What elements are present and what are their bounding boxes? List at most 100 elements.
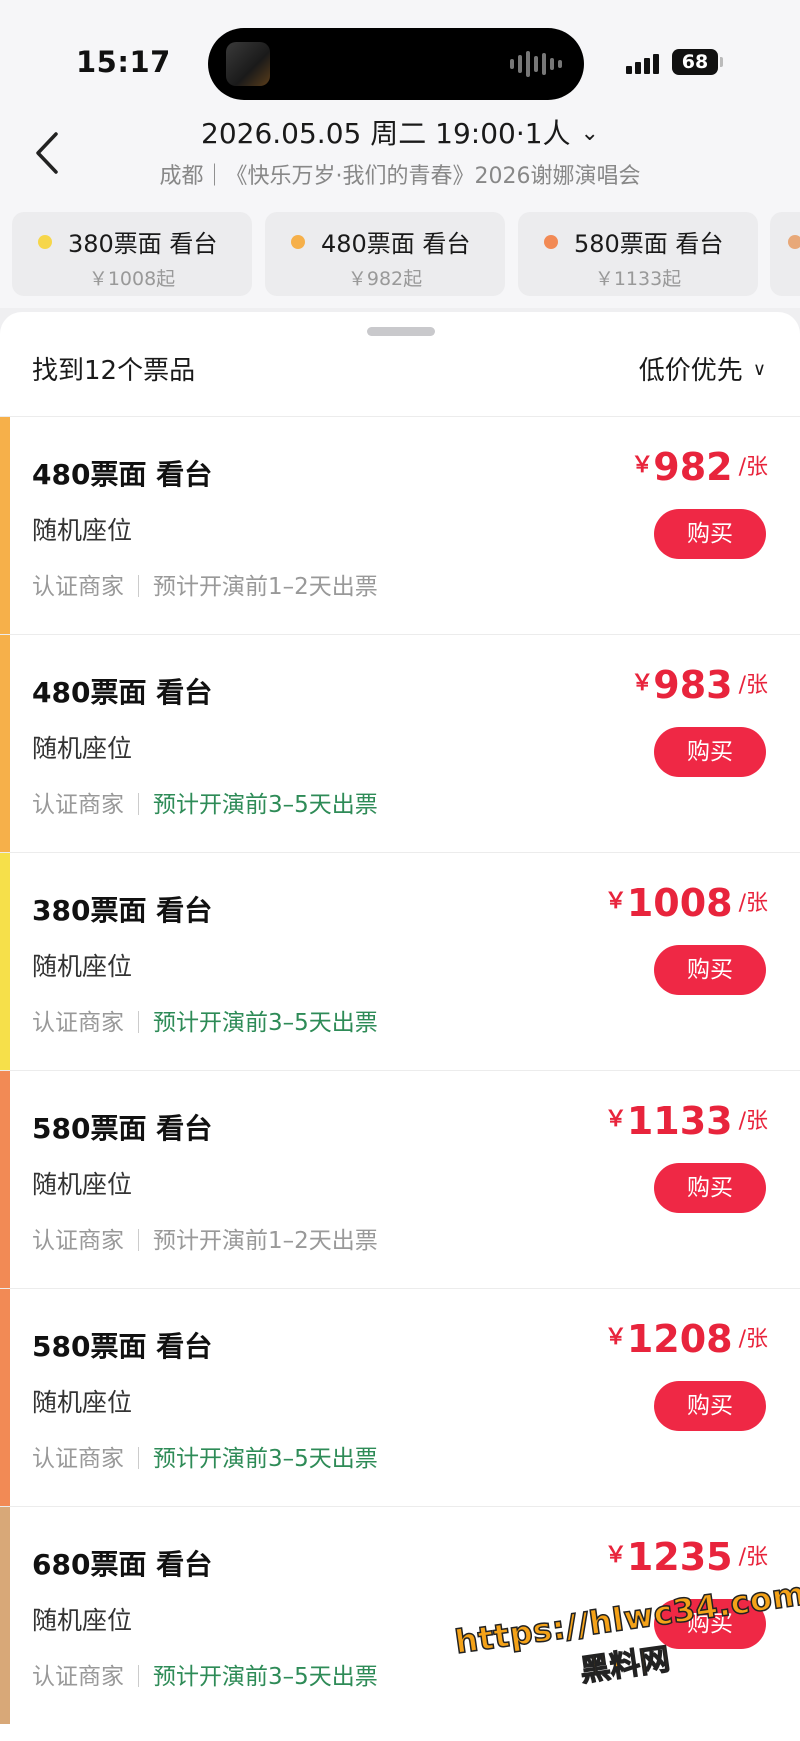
- ticket-price: ￥1008/张: [605, 881, 768, 925]
- ticket-meta: 认证商家 预计开演前3–5天出票: [32, 1657, 378, 1691]
- seat-type: 随机座位: [32, 734, 133, 763]
- session-selector[interactable]: 2026.05.05 周二 19:00·1人 ⌄: [0, 112, 800, 152]
- price-amount: 983: [653, 663, 733, 707]
- tier-chip-partial[interactable]: [770, 212, 800, 296]
- meta-divider: [138, 793, 139, 815]
- seat-type: 随机座位: [32, 1388, 133, 1417]
- tier-color-dot-icon: [544, 235, 558, 249]
- seat-type: 随机座位: [32, 516, 133, 545]
- currency-symbol: ￥: [604, 889, 627, 914]
- session-date-time: 2026.05.05 周二 19:00·1人: [201, 117, 571, 150]
- tier-chip[interactable]: 380票面 看台 ￥1008起: [12, 212, 252, 296]
- buy-button[interactable]: 购买: [654, 1163, 766, 1213]
- price-amount: 982: [653, 445, 733, 489]
- ticket-meta: 认证商家 预计开演前3–5天出票: [32, 785, 378, 819]
- meta-divider: [138, 1447, 139, 1469]
- audio-waveform-icon: [510, 50, 562, 78]
- event-header: 2026.05.05 周二 19:00·1人 ⌄ 成都｜《快乐万岁·我们的青春》2…: [0, 110, 800, 198]
- event-subtitle: 成都｜《快乐万岁·我们的青春》2026谢娜演唱会: [159, 164, 641, 189]
- seat-type: 随机座位: [32, 952, 133, 981]
- battery-icon: 68: [672, 49, 723, 75]
- delivery-eta: 预计开演前1–2天出票: [153, 574, 378, 600]
- delivery-eta: 预计开演前3–5天出票: [153, 1446, 378, 1472]
- ticket-list-sheet: 找到12个票品 低价优先 ∨ 480票面 看台 随机座位 认证商家 预计开演前1–2…: [0, 312, 800, 1741]
- price-unit: /张: [738, 891, 768, 916]
- buy-button[interactable]: 购买: [654, 1381, 766, 1431]
- sheet-grabber[interactable]: [367, 327, 435, 336]
- currency-symbol: ￥: [604, 1325, 627, 1350]
- delivery-eta: 预计开演前3–5天出票: [153, 792, 378, 818]
- delivery-eta: 预计开演前3–5天出票: [153, 1010, 378, 1036]
- tier-stripe: [0, 635, 10, 852]
- tier-color-dot-icon: [291, 235, 305, 249]
- tier-chip[interactable]: 480票面 看台 ￥982起: [265, 212, 505, 296]
- chevron-down-icon: ⌄: [580, 121, 599, 146]
- ticket-title: 480票面 看台: [32, 458, 213, 491]
- ticket-price: ￥982/张: [631, 445, 768, 489]
- tier-color-dot-icon: [38, 235, 52, 249]
- meta-divider: [138, 1665, 139, 1687]
- price-amount: 1008: [626, 881, 733, 925]
- tier-color-dot-icon: [788, 235, 800, 249]
- price-unit: /张: [738, 1109, 768, 1134]
- tier-chip-price: ￥1008起: [88, 268, 176, 290]
- price-amount: 1208: [626, 1317, 733, 1361]
- chevron-down-icon: ∨: [752, 359, 766, 380]
- tier-stripe: [0, 417, 10, 634]
- ticket-row[interactable]: 580票面 看台 随机座位 认证商家 预计开演前3–5天出票 ￥1208/张 购买: [0, 1288, 800, 1506]
- dynamic-island[interactable]: [208, 28, 584, 100]
- merchant-badge: 认证商家: [32, 792, 124, 818]
- ticket-price: ￥1235/张: [605, 1535, 768, 1579]
- tier-chip-price: ￥1133起: [594, 268, 682, 290]
- ticket-row[interactable]: 480票面 看台 随机座位 认证商家 预计开演前1–2天出票 ￥982/张 购买: [0, 416, 800, 634]
- price-amount: 1133: [626, 1099, 733, 1143]
- tier-chip[interactable]: 580票面 看台 ￥1133起: [518, 212, 758, 296]
- tier-chip-label: 380票面 看台: [68, 230, 218, 258]
- ticket-title: 480票面 看台: [32, 676, 213, 709]
- buy-button[interactable]: 购买: [654, 945, 766, 995]
- sort-label: 低价优先: [638, 356, 743, 386]
- merchant-badge: 认证商家: [32, 1664, 124, 1690]
- ticket-row[interactable]: 580票面 看台 随机座位 认证商家 预计开演前1–2天出票 ￥1133/张 购买: [0, 1070, 800, 1288]
- meta-divider: [138, 575, 139, 597]
- ticket-price: ￥1133/张: [605, 1099, 768, 1143]
- buy-button[interactable]: 购买: [654, 727, 766, 777]
- meta-divider: [138, 1229, 139, 1251]
- ticket-price: ￥1208/张: [605, 1317, 768, 1361]
- now-playing-artwork-icon: [226, 42, 270, 86]
- ticket-meta: 认证商家 预计开演前3–5天出票: [32, 1439, 378, 1473]
- result-count: 找到12个票品: [32, 356, 196, 386]
- buy-button[interactable]: 购买: [654, 509, 766, 559]
- cellular-signal-icon: [626, 54, 659, 74]
- ticket-price: ￥983/张: [631, 663, 768, 707]
- tier-stripe: [0, 1507, 10, 1724]
- seat-type: 随机座位: [32, 1170, 133, 1199]
- meta-divider: [138, 1011, 139, 1033]
- delivery-eta: 预计开演前1–2天出票: [153, 1228, 378, 1254]
- merchant-badge: 认证商家: [32, 1446, 124, 1472]
- price-amount: 1235: [626, 1535, 733, 1579]
- ticket-title: 380票面 看台: [32, 894, 213, 927]
- tier-stripe: [0, 1289, 10, 1506]
- ticket-row[interactable]: 480票面 看台 随机座位 认证商家 预计开演前3–5天出票 ￥983/张 购买: [0, 634, 800, 852]
- merchant-badge: 认证商家: [32, 1228, 124, 1254]
- tier-stripe: [0, 853, 10, 1070]
- tier-chip-label: 480票面 看台: [321, 230, 471, 258]
- ticket-meta: 认证商家 预计开演前1–2天出票: [32, 567, 378, 601]
- merchant-badge: 认证商家: [32, 574, 124, 600]
- currency-symbol: ￥: [631, 453, 654, 478]
- ticket-title: 680票面 看台: [32, 1548, 213, 1581]
- currency-symbol: ￥: [604, 1107, 627, 1132]
- tier-chip-price: ￥982起: [347, 268, 423, 290]
- status-time: 15:17: [76, 45, 171, 79]
- currency-symbol: ￥: [604, 1543, 627, 1568]
- ticket-row[interactable]: 380票面 看台 随机座位 认证商家 预计开演前3–5天出票 ￥1008/张 购买: [0, 852, 800, 1070]
- seat-type: 随机座位: [32, 1606, 133, 1635]
- price-tier-chips: 380票面 看台 ￥1008起 480票面 看台 ￥982起 580票面 看台 …: [0, 198, 800, 308]
- ticket-list: 480票面 看台 随机座位 认证商家 预计开演前1–2天出票 ￥982/张 购买 …: [0, 416, 800, 1724]
- price-unit: /张: [738, 1327, 768, 1352]
- price-unit: /张: [738, 673, 768, 698]
- price-unit: /张: [738, 455, 768, 480]
- tier-stripe: [0, 1071, 10, 1288]
- sort-dropdown[interactable]: 低价优先 ∨: [639, 350, 766, 387]
